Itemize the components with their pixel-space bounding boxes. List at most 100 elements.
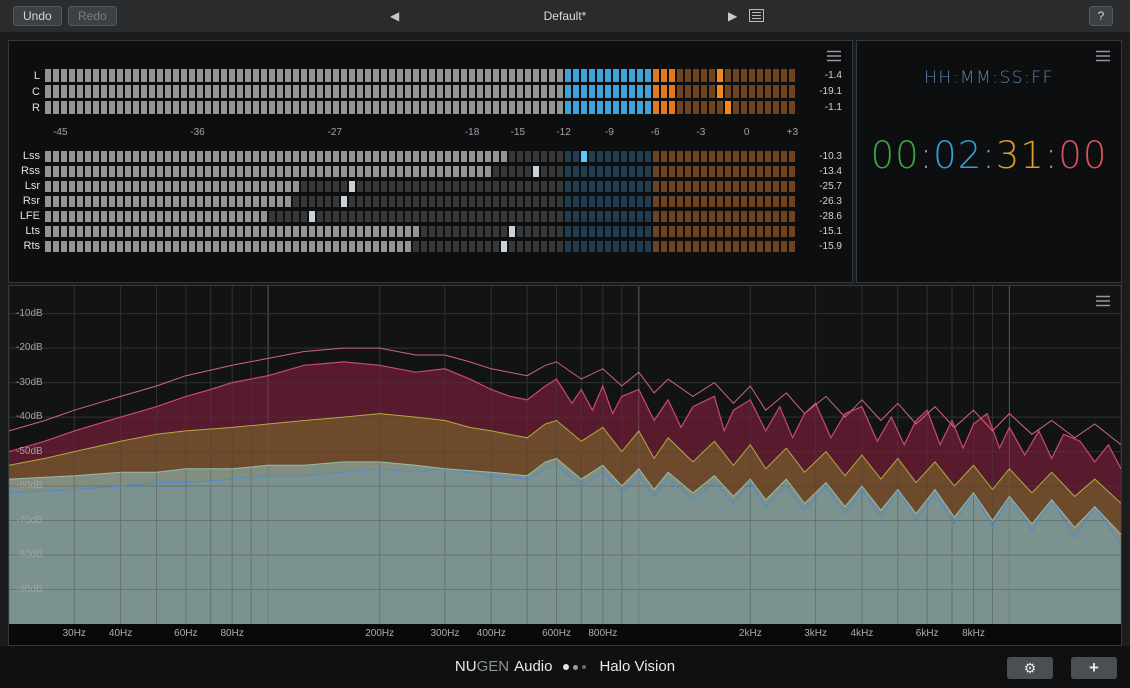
- meter-segment: [373, 241, 379, 252]
- meter-segment: [109, 241, 115, 252]
- meter-segment: [621, 85, 627, 98]
- meter-segment: [461, 85, 467, 98]
- meter-segment: [493, 166, 499, 177]
- meter-segment: [261, 166, 267, 177]
- meter-segment: [733, 85, 739, 98]
- meter-segment: [741, 211, 747, 222]
- meter-segment: [293, 226, 299, 237]
- meter-segment: [533, 226, 539, 237]
- meter-segment: [317, 151, 323, 162]
- meter-segment: [477, 85, 483, 98]
- meter-segment: [509, 196, 515, 207]
- meter-segment: [485, 69, 491, 82]
- meter-segment: [77, 181, 83, 192]
- meter-segment: [445, 211, 451, 222]
- meter-segment: [381, 226, 387, 237]
- meter-segment: [93, 181, 99, 192]
- meter-segment: [573, 69, 579, 82]
- meter-segment: [533, 85, 539, 98]
- preset-name[interactable]: Default*: [470, 9, 660, 23]
- undo-button[interactable]: Undo: [13, 6, 62, 26]
- meter-segment: [229, 241, 235, 252]
- meter-segment: [709, 196, 715, 207]
- spectrum-x-tick: 8kHz: [962, 628, 985, 639]
- add-panel-button[interactable]: +: [1071, 657, 1117, 679]
- meter-segment: [565, 101, 571, 114]
- meter-segment: [461, 196, 467, 207]
- meter-segment: [541, 101, 547, 114]
- meter-segment: [773, 211, 779, 222]
- meter-segment: [309, 241, 315, 252]
- meter-segment: [437, 166, 443, 177]
- meter-segment: [317, 166, 323, 177]
- meter-segment: [45, 196, 51, 207]
- meter-segment: [341, 101, 347, 114]
- meter-segment: [701, 151, 707, 162]
- meter-segment: [61, 211, 67, 222]
- meter-segment: [453, 151, 459, 162]
- meter-segment: [565, 196, 571, 207]
- meter-segment: [741, 226, 747, 237]
- meter-segment: [381, 196, 387, 207]
- meter-segment: [565, 166, 571, 177]
- meter-segment: [605, 226, 611, 237]
- meter-segment: [61, 101, 67, 114]
- meter-segment: [357, 101, 363, 114]
- preset-list-icon[interactable]: [749, 9, 764, 27]
- spectrum-panel-menu-icon[interactable]: [1095, 294, 1111, 312]
- meter-segment: [661, 101, 667, 114]
- meter-segment: [109, 151, 115, 162]
- meter-segment: [637, 211, 643, 222]
- meter-segment: [101, 151, 107, 162]
- meter-segment: [189, 181, 195, 192]
- meter-segment: [189, 85, 195, 98]
- meters-panel-menu-icon[interactable]: [826, 49, 842, 67]
- meter-segment: [301, 166, 307, 177]
- preset-next-icon[interactable]: ▶: [728, 9, 737, 23]
- meter-segment: [701, 69, 707, 82]
- meter-segment: [77, 211, 83, 222]
- meter-segment: [461, 166, 467, 177]
- preset-prev-icon[interactable]: ◀: [390, 9, 399, 23]
- meter-segment: [189, 101, 195, 114]
- meter-segment: [645, 151, 651, 162]
- meter-segment: [245, 241, 251, 252]
- meter-segment: [325, 196, 331, 207]
- meter-segment: [61, 241, 67, 252]
- meter-segment: [557, 196, 563, 207]
- meter-segment: [213, 101, 219, 114]
- meter-segment: [533, 69, 539, 82]
- meter-segment: [341, 241, 347, 252]
- timecode-segment: :: [982, 134, 995, 177]
- meter-segment: [573, 151, 579, 162]
- meter-segment: [277, 181, 283, 192]
- timecode-panel-menu-icon[interactable]: [1095, 49, 1111, 67]
- meter-segment: [381, 151, 387, 162]
- meter-segment: [749, 226, 755, 237]
- meter-segment: [677, 85, 683, 98]
- spectrum-x-tick: 400Hz: [477, 628, 506, 639]
- meter-segment: [213, 166, 219, 177]
- meter-segment: [109, 85, 115, 98]
- settings-button[interactable]: ⚙: [1007, 657, 1053, 679]
- meter-segment: [165, 196, 171, 207]
- meter-segment: [165, 211, 171, 222]
- help-button[interactable]: ?: [1089, 6, 1113, 26]
- meter-segment: [605, 151, 611, 162]
- meter-segment: [173, 211, 179, 222]
- meter-segment: [261, 69, 267, 82]
- meter-segment: [53, 181, 59, 192]
- meter-row: Rss-13.4: [19, 165, 842, 177]
- meter-segment: [733, 211, 739, 222]
- meter-segment: [541, 181, 547, 192]
- meter-segment: [413, 196, 419, 207]
- meter-segment: [541, 211, 547, 222]
- redo-button[interactable]: Redo: [68, 6, 117, 26]
- meter-segment: [461, 181, 467, 192]
- meter-bar: [45, 85, 800, 98]
- meter-segment: [565, 85, 571, 98]
- meter-segment: [413, 166, 419, 177]
- meter-segment: [373, 181, 379, 192]
- meter-scale-tick: -45: [53, 127, 67, 138]
- meter-segment: [181, 241, 187, 252]
